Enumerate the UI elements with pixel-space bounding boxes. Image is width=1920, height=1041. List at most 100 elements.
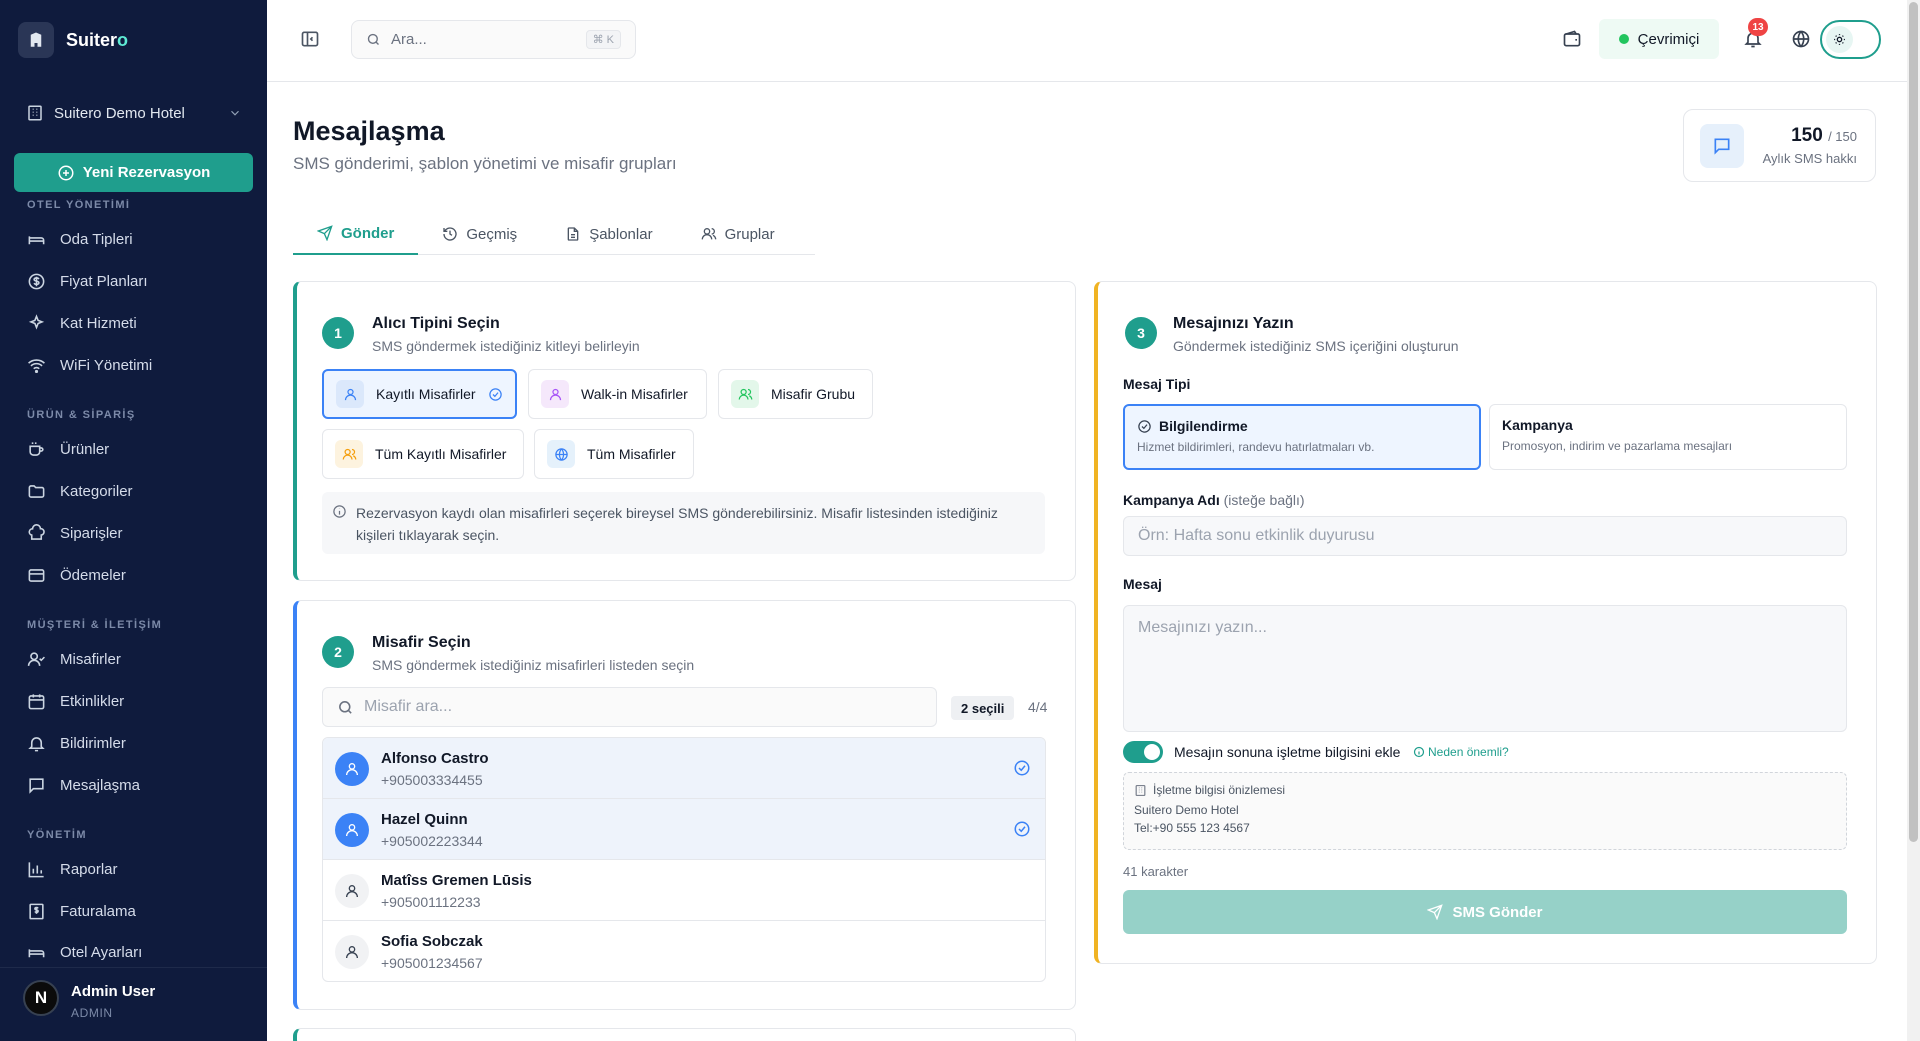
sidebar-item-orders[interactable]: Siparişler: [27, 518, 247, 548]
campaign-name-input[interactable]: Örn: Hafta sonu etkinlik duyurusu: [1123, 516, 1847, 556]
recipient-option-group[interactable]: Misafir Grubu: [718, 369, 873, 419]
building-icon: [1135, 784, 1146, 796]
sidebar-item-room-types[interactable]: Oda Tipleri: [27, 224, 247, 254]
brand[interactable]: Suitero: [18, 22, 128, 58]
guest-phone: +905002223344: [381, 833, 483, 849]
tab-groups[interactable]: Gruplar: [677, 213, 799, 255]
user-icon: [335, 874, 369, 908]
globe-icon: [1792, 30, 1810, 48]
sidebar-item-notifications[interactable]: Bildirimler: [27, 728, 247, 758]
check-circle-icon: [488, 387, 502, 401]
recipient-option-all-registered[interactable]: Tüm Kayıtlı Misafirler: [322, 429, 524, 479]
sun-icon: [1826, 26, 1853, 53]
guest-search-input[interactable]: Misafir ara...: [322, 687, 937, 727]
sidebar-item-guests[interactable]: Misafirler: [27, 644, 247, 674]
recipient-option-all[interactable]: Tüm Misafirler: [534, 429, 694, 479]
sidebar-item-reports[interactable]: Raporlar: [27, 854, 247, 884]
sidebar-item-price-plans[interactable]: Fiyat Planları: [27, 266, 247, 296]
language-button[interactable]: [1791, 29, 1811, 54]
sidebar-item-wifi[interactable]: WiFi Yönetimi: [27, 350, 247, 380]
send-sms-button[interactable]: SMS Gönder: [1123, 890, 1847, 934]
section-customers: MÜŞTERİ & İLETİŞİM: [27, 619, 163, 631]
sidebar-item-messaging[interactable]: Mesajlaşma: [27, 770, 247, 800]
sidebar-item-housekeeping[interactable]: Kat Hizmeti: [27, 308, 247, 338]
section-products: ÜRÜN & SİPARİŞ: [27, 409, 136, 421]
sidebar-item-payments[interactable]: Ödemeler: [27, 560, 247, 590]
step-title: Mesajınızı Yazın: [1173, 315, 1294, 332]
guest-list: Alfonso Castro +905003334455 Hazel Quinn…: [322, 737, 1046, 982]
step-subtitle: Göndermek istediğiniz SMS içeriğini oluş…: [1173, 338, 1459, 354]
guest-row[interactable]: Alfonso Castro +905003334455: [323, 738, 1045, 799]
user-icon: [335, 813, 369, 847]
scrollbar-thumb[interactable]: [1909, 2, 1918, 842]
section-hotel: OTEL YÖNETİMİ: [27, 199, 131, 209]
chef-hat-icon: [28, 523, 45, 540]
status-badge[interactable]: Çevrimiçi: [1599, 19, 1719, 59]
new-reservation-button[interactable]: Yeni Rezervasyon: [14, 153, 253, 192]
recipient-option-walkin[interactable]: Walk-in Misafirler: [528, 369, 707, 419]
message-type-info[interactable]: Bilgilendirme Hizmet bildirimleri, rande…: [1123, 404, 1481, 470]
recipient-info-note: Rezervasyon kaydı olan misafirleri seçer…: [322, 492, 1045, 554]
append-business-info-label: Mesajın sonuna işletme bilgisini ekle: [1174, 744, 1401, 760]
message-icon: [29, 777, 44, 794]
tab-templates[interactable]: Şablonlar: [541, 213, 676, 255]
credit-card-icon: [28, 568, 45, 582]
sidebar-item-billing[interactable]: Faturalama: [27, 896, 247, 926]
users-icon: [701, 228, 716, 240]
bell-icon: [28, 736, 45, 751]
wallet-button[interactable]: [1562, 29, 1582, 54]
search-icon: [367, 33, 379, 45]
step-title: Alıcı Tipini Seçin: [372, 315, 500, 332]
sidebar-item-categories[interactable]: Kategoriler: [27, 476, 247, 506]
recipient-type-card: 1 Alıcı Tipini Seçin SMS göndermek isted…: [293, 281, 1076, 581]
sidebar-toggle-button[interactable]: [300, 29, 320, 54]
history-icon: [443, 227, 457, 241]
append-business-info-toggle[interactable]: [1123, 741, 1163, 763]
sidebar-item-hotel-settings[interactable]: Otel Ayarları: [27, 938, 247, 966]
tab-history[interactable]: Geçmiş: [418, 213, 541, 255]
step-number: 2: [322, 636, 354, 668]
user-icon: [335, 752, 369, 786]
guest-phone: +905003334455: [381, 772, 483, 788]
folder-icon: [28, 484, 45, 498]
why-important-link[interactable]: Neden önemli?: [1413, 745, 1509, 759]
selected-count-badge: 2 seçili: [951, 696, 1015, 720]
bed-icon: [28, 948, 45, 957]
message-type-campaign[interactable]: Kampanya Promosyon, indirim ve pazarlama…: [1489, 404, 1847, 470]
global-search[interactable]: Ara... ⌘ K: [351, 20, 636, 59]
search-icon: [339, 700, 352, 714]
message-type-label: Mesaj Tipi: [1123, 376, 1191, 392]
business-info-preview: İşletme bilgisi önizlemesi Suitero Demo …: [1123, 772, 1847, 850]
page-subtitle: SMS gönderimi, şablon yönetimi ve misafi…: [293, 154, 677, 173]
info-icon: [1413, 746, 1425, 758]
recipient-option-registered[interactable]: Kayıtlı Misafirler: [322, 369, 517, 419]
guest-row[interactable]: Sofia Sobczak +905001234567: [323, 921, 1045, 981]
guest-name: Alfonso Castro: [381, 750, 489, 767]
plus-circle-icon: [58, 165, 74, 180]
bar-chart-icon: [28, 861, 44, 877]
section-admin: YÖNETİM: [27, 829, 87, 841]
dollar-circle-icon: [28, 273, 45, 289]
sidebar-item-events[interactable]: Etkinlikler: [27, 686, 247, 716]
user-icon: [541, 380, 569, 408]
tab-send[interactable]: Gönder: [293, 213, 419, 255]
theme-toggle[interactable]: [1820, 20, 1881, 59]
hotel-selector[interactable]: Suitero Demo Hotel: [14, 97, 254, 129]
sms-quota-value: 150 / 150: [1791, 125, 1857, 146]
message-textarea[interactable]: Mesajınızı yazın...: [1123, 605, 1847, 732]
page-scrollbar[interactable]: [1907, 0, 1920, 1041]
step-number: 3: [1125, 317, 1157, 349]
guest-name: Matîss Gremen Lūsis: [381, 872, 532, 889]
wallet-icon: [1563, 30, 1581, 47]
check-circle-icon: [1138, 419, 1151, 433]
info-icon: [333, 505, 346, 518]
sidebar-item-products[interactable]: Ürünler: [27, 434, 247, 464]
user-menu[interactable]: N Admin User ADMIN: [0, 967, 267, 1041]
guest-row[interactable]: Hazel Quinn +905002223344: [323, 799, 1045, 860]
guest-row[interactable]: Matîss Gremen Lūsis +905001112233: [323, 860, 1045, 921]
compose-message-card: 3 Mesajınızı Yazın Göndermek istediğiniz…: [1094, 281, 1877, 964]
coffee-icon: [29, 441, 44, 456]
step-number: 1: [322, 317, 354, 349]
guest-name: Sofia Sobczak: [381, 933, 483, 950]
avatar: N: [23, 980, 59, 1016]
